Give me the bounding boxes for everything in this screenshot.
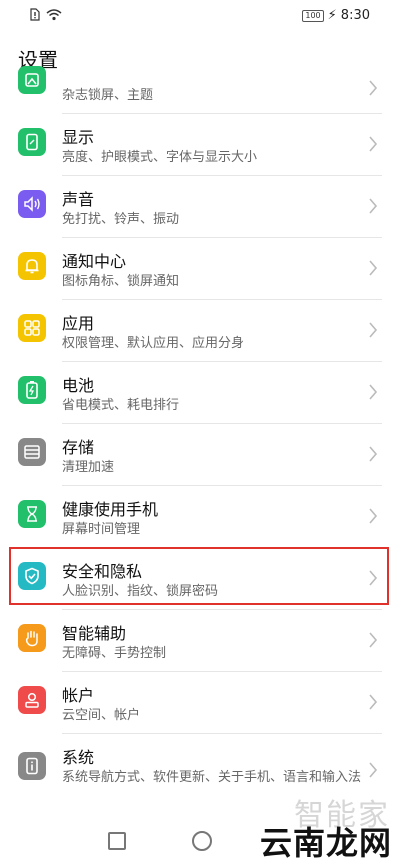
wallpaper-icon [18,66,46,94]
battery-icon [18,376,46,404]
settings-item-title: 健康使用手机 [62,500,159,519]
settings-item-notifications[interactable]: 通知中心 图标角标、锁屏通知 [0,238,400,300]
settings-item-account[interactable]: 帐户 云空间、帐户 [0,672,400,734]
settings-item-title: 显示 [62,128,95,147]
notification-icon [18,252,46,280]
home-button[interactable] [192,831,212,851]
settings-item-subtitle: 权限管理、默认应用、应用分身 [62,336,245,351]
battery-indicator: 100 [302,9,324,22]
chevron-right-icon [369,508,378,524]
settings-item-display[interactable]: 显示 亮度、护眼模式、字体与显示大小 [0,114,400,176]
settings-item-title: 帐户 [62,686,95,705]
watermark-bottom: 云南龙网 [259,824,392,862]
chevron-right-icon [369,694,378,710]
system-info-icon [18,752,46,780]
settings-item-subtitle: 杂志锁屏、主题 [62,88,154,103]
settings-item-storage[interactable]: 存储 清理加速 [0,424,400,486]
chevron-right-icon [369,762,378,778]
highlight-box [9,547,389,605]
status-left [30,8,62,21]
hourglass-icon [18,500,46,528]
settings-item-digital-balance[interactable]: 健康使用手机 屏幕时间管理 [0,486,400,548]
chevron-right-icon [369,322,378,338]
settings-item-subtitle: 系统导航方式、软件更新、关于手机、语言和输入法 [62,770,362,785]
settings-item-smart-assistance[interactable]: 智能辅助 无障碍、手势控制 [0,610,400,672]
chevron-right-icon [369,632,378,648]
clock: 8:30 [340,8,370,23]
hand-icon [18,624,46,652]
settings-item-subtitle: 省电模式、耗电排行 [62,398,180,413]
settings-item-subtitle: 无障碍、手势控制 [62,646,167,661]
settings-item-subtitle: 清理加速 [62,460,115,475]
settings-item-title: 电池 [62,376,95,395]
settings-item-subtitle: 屏幕时间管理 [62,522,141,537]
apps-icon [18,314,46,342]
settings-item-subtitle: 云空间、帐户 [62,708,141,723]
account-icon [18,686,46,714]
settings-item-title: 通知中心 [62,252,127,271]
recent-apps-button[interactable] [108,832,126,850]
charging-icon: ⚡ [327,8,337,23]
settings-item-wallpaper[interactable]: 杂志锁屏、主题 [0,66,400,114]
chevron-right-icon [369,260,378,276]
settings-item-subtitle: 免打扰、铃声、振动 [62,212,180,227]
chevron-right-icon [369,80,378,96]
settings-item-subtitle: 亮度、护眼模式、字体与显示大小 [62,150,258,165]
status-right: 100 ⚡ 8:30 [302,8,370,23]
wifi-icon [46,8,62,20]
settings-list: 杂志锁屏、主题 显示 亮度、护眼模式、字体与显示大小 声音 免打扰、铃声、振动 … [0,66,400,820]
sound-icon [18,190,46,218]
status-bar: 100 ⚡ 8:30 [0,0,400,32]
sim-alert-icon [30,8,40,21]
settings-item-title: 声音 [62,190,95,209]
chevron-right-icon [369,136,378,152]
display-icon [18,128,46,156]
chevron-right-icon [369,446,378,462]
storage-icon [18,438,46,466]
settings-item-subtitle: 图标角标、锁屏通知 [62,274,180,289]
chevron-right-icon [369,198,378,214]
settings-item-battery[interactable]: 电池 省电模式、耗电排行 [0,362,400,424]
settings-item-sound[interactable]: 声音 免打扰、铃声、振动 [0,176,400,238]
settings-item-title: 存储 [62,438,95,457]
settings-item-apps[interactable]: 应用 权限管理、默认应用、应用分身 [0,300,400,362]
settings-item-title: 系统 [62,748,95,767]
settings-item-title: 应用 [62,314,95,333]
chevron-right-icon [369,384,378,400]
settings-item-title: 智能辅助 [62,624,127,643]
